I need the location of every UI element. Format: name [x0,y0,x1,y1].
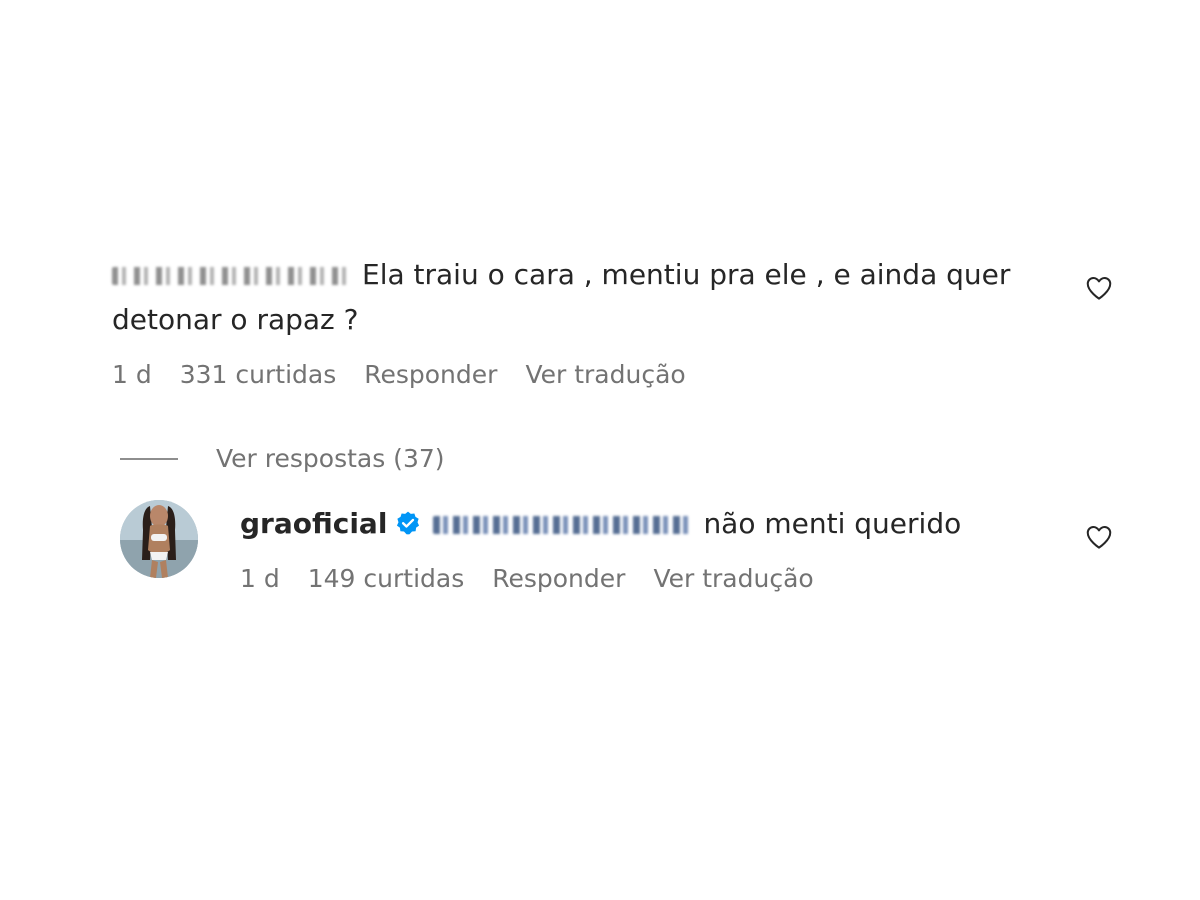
reply-translate-button[interactable]: Ver tradução [653,564,813,593]
replies-divider [120,457,178,460]
comment-time: 1 d [112,360,152,389]
redacted-username[interactable] [112,267,352,285]
reply-meta: 1 d 149 curtidas Responder Ver tradução [240,564,814,593]
reply-text: graoficial não menti querido [240,498,1060,550]
reply-username[interactable]: graoficial [240,507,387,540]
heart-icon[interactable] [1084,273,1114,303]
avatar-image [120,500,198,578]
reply-body: graoficial não menti querido [240,498,1060,550]
view-replies-button[interactable]: Ver respostas (37) [120,444,445,473]
comment-meta: 1 d 331 curtidas Responder Ver tradução [112,360,686,389]
redacted-mention[interactable] [433,516,692,534]
reply-message: não menti querido [703,507,962,540]
verified-badge-icon [397,511,420,535]
comment-text: Ela traiu o cara , mentiu pra ele , e ai… [112,252,1052,342]
view-replies-label: Ver respostas (37) [216,444,445,473]
heart-icon[interactable] [1084,522,1114,552]
comment-reply-button[interactable]: Responder [364,360,497,389]
reply-time: 1 d [240,564,280,593]
comment-likes-link[interactable]: 331 curtidas [180,360,337,389]
comment: Ela traiu o cara , mentiu pra ele , e ai… [112,252,1052,342]
reply-likes-link[interactable]: 149 curtidas [308,564,465,593]
reply-reply-button[interactable]: Responder [492,564,625,593]
comment-translate-button[interactable]: Ver tradução [525,360,685,389]
avatar[interactable] [120,500,198,578]
